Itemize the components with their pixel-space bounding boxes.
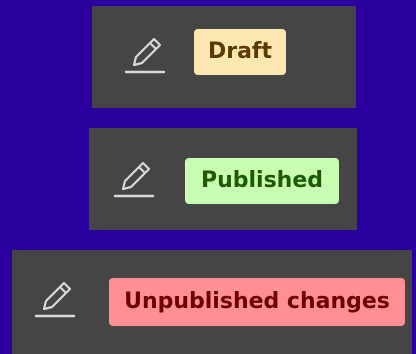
pencil-edit-icon [124, 37, 166, 74]
pencil-edit-icon [113, 161, 155, 198]
pencil-edit-icon [34, 281, 76, 318]
status-badge-unpublished-changes: Unpublished changes [109, 278, 405, 326]
status-card-published: Published [89, 128, 357, 230]
status-card-draft: Draft [92, 6, 356, 108]
edit-button[interactable] [34, 276, 78, 322]
edit-button[interactable] [113, 156, 157, 202]
status-badge-draft: Draft [194, 29, 286, 75]
status-card-unpublished-changes: Unpublished changes [12, 250, 412, 354]
edit-button[interactable] [124, 32, 168, 78]
status-badge-published: Published [185, 158, 339, 204]
